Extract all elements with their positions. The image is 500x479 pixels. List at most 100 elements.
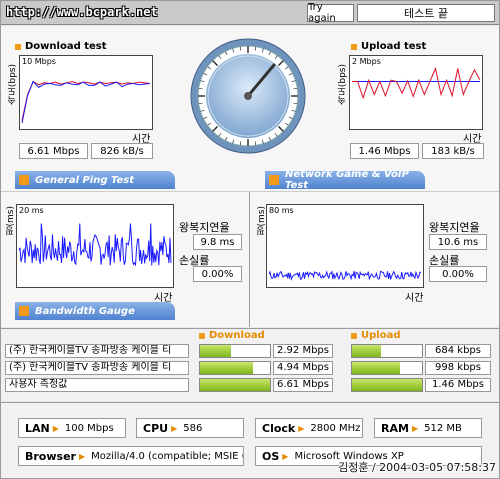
- upload-graph: 2 Mbps: [349, 55, 483, 130]
- section-icon: [19, 306, 29, 316]
- download-column-label: Download: [209, 330, 265, 341]
- header-bar: http://www.bcpark.net Try again 테스트 끝: [1, 1, 499, 25]
- game-ping-plot: [268, 270, 422, 281]
- game-ping-graph: 80 ms: [266, 204, 424, 288]
- gauge-hub: [244, 92, 252, 100]
- ram-value: 512 MB: [424, 422, 462, 434]
- download-y-scale: 10 Mbps: [22, 57, 56, 66]
- ping-trace: [18, 223, 172, 267]
- arrow-right-icon: ▶: [298, 423, 305, 433]
- upload-test-title: Upload test: [351, 41, 426, 52]
- bandwidth-gauge-panel: Download Upload (주) 한국케이블TV 송파방송 케이블 티 2…: [1, 328, 499, 401]
- general-ping-graph: 20 ms: [16, 204, 174, 288]
- upload-value-2: 998 kbps: [425, 361, 491, 375]
- system-info-panel: LAN ▶ 100 Mbps CPU ▶ 586 Clock ▶ 2800 MHz RAM ▶…: [1, 402, 499, 478]
- upload-value-user: 1.46 Mbps: [425, 378, 491, 392]
- orange-square-icon: [199, 332, 205, 339]
- game-ping-x-label: 시간: [405, 293, 424, 304]
- bandwidth-gauge-tab[interactable]: Bandwidth Gauge: [15, 302, 175, 320]
- lan-info: LAN ▶ 100 Mbps: [18, 418, 126, 438]
- orange-square-icon: [351, 43, 357, 50]
- rtt-label: 왕복지연율: [179, 221, 230, 234]
- general-ping-plot: [18, 223, 172, 267]
- general-ping-label: General Ping Test: [35, 174, 135, 186]
- upload-graph-plot: [352, 66, 481, 100]
- general-ping-tab[interactable]: General Ping Test: [15, 171, 175, 189]
- download-speed-value: 6.61 Mbps: [19, 143, 88, 159]
- cpu-value: 586: [183, 422, 203, 434]
- download-gauge-2: [199, 361, 271, 375]
- speed-gauge: [190, 38, 306, 154]
- upload-value-1: 684 kbps: [425, 344, 491, 358]
- orange-square-icon: [351, 332, 357, 339]
- download-gauge-1: [199, 344, 271, 358]
- browser-label: Browser: [25, 449, 76, 463]
- section-icon: [269, 175, 279, 185]
- isp-row-2: (주) 한국케이블TV 송파방송 케이블 티: [5, 361, 189, 375]
- download-value-2: 4.94 Mbps: [273, 361, 333, 375]
- section-icon: [19, 175, 29, 185]
- orange-square-icon: [15, 43, 21, 50]
- cpu-label: CPU: [143, 421, 169, 435]
- panel-divider: [249, 192, 250, 327]
- test-status-button[interactable]: 테스트 끝: [357, 4, 495, 22]
- download-y-label: 속도(bps): [8, 64, 18, 106]
- isp-row-user: 사용자 측정값: [5, 378, 189, 392]
- download-test-title: Download test: [15, 41, 107, 52]
- ping-trace: [268, 270, 422, 281]
- speed-test-window: http://www.bcpark.net Try again 테스트 끝 Do…: [0, 0, 500, 479]
- download-gauge-user: [199, 378, 271, 392]
- download-rate-value: 826 kB/s: [91, 143, 153, 159]
- game-rtt-value: 10.6 ms: [429, 234, 487, 250]
- download-graph: 10 Mbps: [19, 55, 153, 130]
- upload-rate-value: 183 kB/s: [422, 143, 484, 159]
- upload-gauge-1: [351, 344, 423, 358]
- upload-y-scale: 2 Mbps: [352, 57, 381, 66]
- watermark-stamp: 김정훈 / 2004-03-05 07:58:37: [338, 461, 496, 474]
- speed-test-panel: Download test 속도(bps) 10 Mbps 시간 6.61 Mb…: [1, 26, 499, 191]
- arrow-right-icon: ▶: [411, 423, 419, 433]
- download-graph-plot: [21, 80, 151, 124]
- network-game-label: Network Game & VoIP Test: [285, 169, 409, 191]
- upload-speed-line: [352, 66, 481, 100]
- loss-value: 0.00%: [193, 266, 242, 282]
- upload-y-label: 속도(bps): [338, 64, 348, 106]
- lan-label: LAN: [25, 421, 50, 435]
- bandwidth-gauge-label: Bandwidth Gauge: [35, 305, 135, 317]
- try-again-button[interactable]: Try again: [307, 2, 354, 24]
- site-url[interactable]: http://www.bcpark.net: [6, 5, 158, 19]
- lan-value: 100 Mbps: [64, 422, 114, 434]
- download-value-user: 6.61 Mbps: [273, 378, 333, 392]
- ram-label: RAM: [381, 421, 409, 435]
- game-rtt-label: 왕복지연율: [429, 221, 480, 234]
- upload-speed-value: 1.46 Mbps: [350, 143, 419, 159]
- browser-value: Mozilla/4.0 (compatible; MSIE 6.0: [91, 450, 244, 462]
- clock-value: 2800 MHz: [310, 422, 361, 434]
- game-loss-value: 0.00%: [429, 266, 487, 282]
- clock-info: Clock ▶ 2800 MHz: [255, 418, 363, 438]
- ping-panel: 핑(ms) 20 ms 시간 왕복지연율 9.8 ms 손실률 0.00% 핑(…: [1, 191, 499, 327]
- download-test-label: Download test: [25, 41, 107, 52]
- download-avg-line: [21, 80, 151, 121]
- arrow-right-icon: ▶: [78, 451, 86, 461]
- arrow-right-icon: ▶: [52, 423, 59, 433]
- upload-gauge-user: [351, 378, 423, 392]
- upload-column-header: Upload: [351, 330, 400, 341]
- ping-y-scale: 20 ms: [19, 206, 44, 215]
- network-game-tab[interactable]: Network Game & VoIP Test: [265, 169, 425, 191]
- download-value-1: 2.92 Mbps: [273, 344, 333, 358]
- upload-test-label: Upload test: [361, 41, 427, 52]
- rtt-value: 9.8 ms: [193, 234, 242, 250]
- upload-column-label: Upload: [361, 330, 401, 341]
- os-label: OS: [262, 449, 280, 463]
- arrow-right-icon: ▶: [171, 423, 178, 433]
- game-ping-y-scale: 80 ms: [269, 206, 294, 215]
- cpu-info: CPU ▶ 586: [136, 418, 244, 438]
- browser-info: Browser ▶ Mozilla/4.0 (compatible; MSIE 6.…: [18, 446, 244, 466]
- upload-gauge-2: [351, 361, 423, 375]
- download-column-header: Download: [199, 330, 265, 341]
- arrow-right-icon: ▶: [282, 451, 289, 461]
- isp-row-1: (주) 한국케이블TV 송파방송 케이블 티: [5, 344, 189, 358]
- ram-info: RAM ▶ 512 MB: [374, 418, 482, 438]
- clock-label: Clock: [262, 421, 296, 435]
